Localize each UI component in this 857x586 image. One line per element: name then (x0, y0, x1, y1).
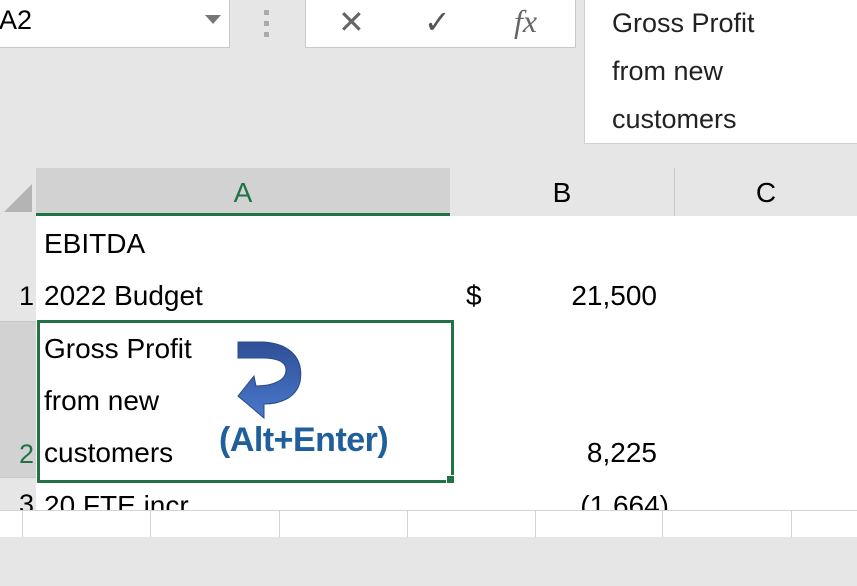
cell-b1-currency: $ (466, 280, 482, 311)
formula-line: from new (612, 56, 724, 86)
check-icon[interactable]: ✓ (424, 3, 451, 41)
alt-enter-annotation: (Alt+Enter) (219, 421, 389, 459)
cell-b2-value: 8,225 (586, 437, 657, 468)
cancel-icon[interactable]: ✕ (338, 3, 365, 41)
column-header-b[interactable]: B (450, 168, 675, 216)
next-row-gridlines (0, 510, 857, 537)
curved-arrow-icon (237, 341, 302, 420)
splitter-grip-icon[interactable] (264, 10, 269, 43)
formula-line: Gross Profit (612, 8, 755, 38)
formula-buttons: ✕ ✓ fx (305, 0, 576, 48)
formula-line: customers (612, 104, 737, 134)
cell-a1-line: 2022 Budget (44, 280, 203, 311)
row-header-3[interactable]: 3 (0, 478, 36, 519)
column-header-c[interactable]: C (675, 168, 857, 216)
row-header-1[interactable]: 1 (0, 216, 36, 322)
cell-a1-line: EBITDA (44, 228, 146, 259)
insert-function-icon[interactable]: fx (514, 3, 537, 40)
formula-bar[interactable]: Gross Profit from new customers (584, 0, 857, 144)
name-box[interactable]: A2 (0, 0, 230, 48)
fill-handle[interactable] (446, 475, 455, 484)
select-all-button[interactable] (0, 168, 36, 216)
chevron-down-icon[interactable] (205, 15, 221, 24)
cell-b1-value: 21,500 (571, 280, 657, 311)
name-box-value: A2 (0, 5, 33, 35)
column-header-a[interactable]: A (36, 168, 451, 216)
row-header-2[interactable]: 2 (0, 322, 36, 478)
